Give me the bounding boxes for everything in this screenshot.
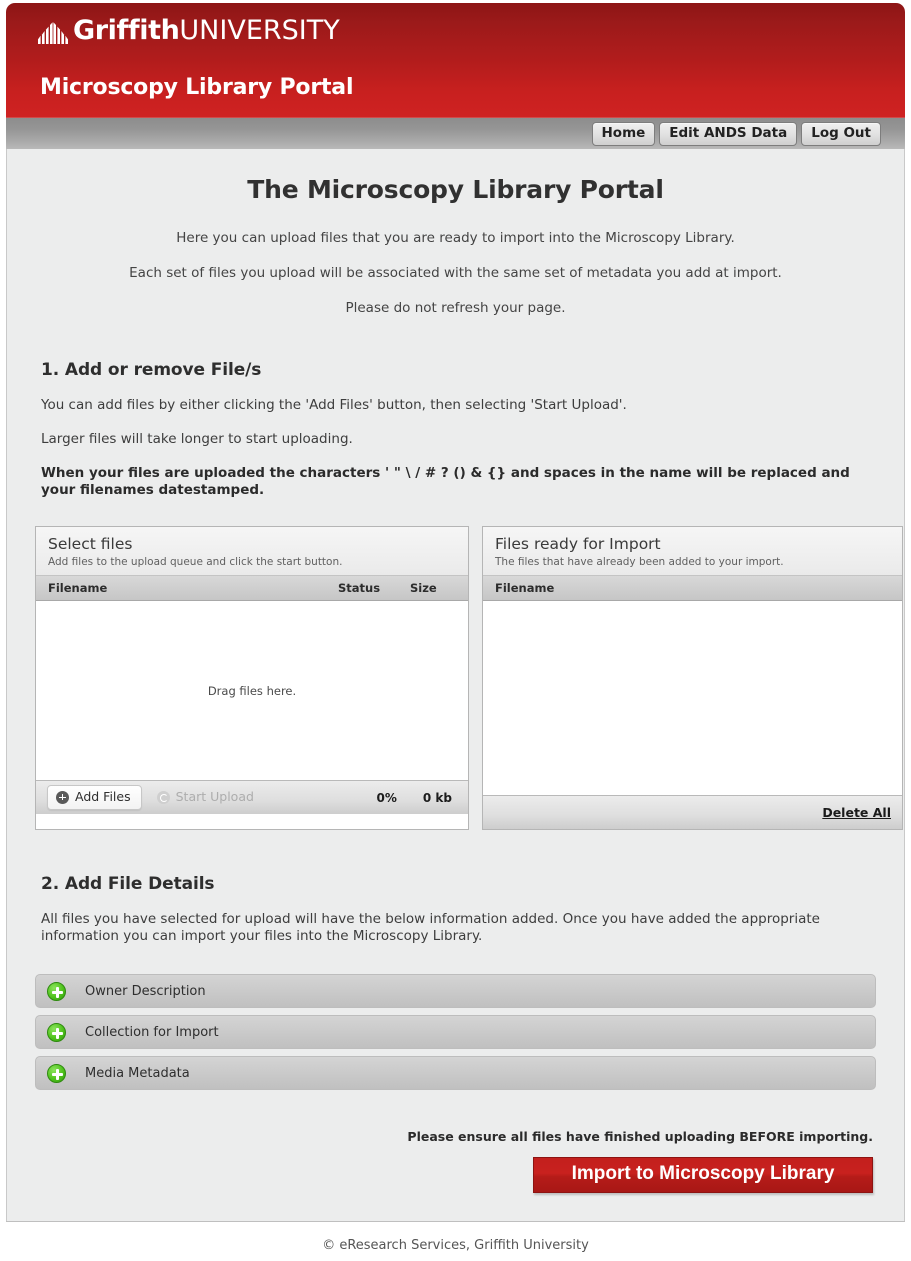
intro-line-1: Here you can upload files that you are r… [176,230,735,246]
accordion-owner-description[interactable]: Owner Description [35,974,876,1008]
logo-bold-text: Griffith [73,15,180,46]
site-header: GriffithUNIVERSITY Microscopy Library Po… [6,3,905,117]
column-header-size: Size [410,581,437,595]
files-ready-column-headers: Filename [483,576,902,601]
griffith-logo[interactable]: GriffithUNIVERSITY [36,17,340,45]
delete-all-link[interactable]: Delete All [822,805,891,820]
accordion-media-metadata[interactable]: Media Metadata [35,1056,876,1090]
select-files-title: Select files [48,535,133,553]
intro-line-2: Each set of files you upload will be ass… [129,265,782,281]
start-upload-button[interactable]: Start Upload [148,785,265,810]
select-files-panel: Select files Add files to the upload que… [35,526,469,830]
plus-circle-icon [56,790,69,804]
column-header-filename: Filename [495,581,555,595]
upload-panels: Select files Add files to the upload que… [35,526,903,830]
accordion-collection-for-import[interactable]: Collection for Import [35,1015,876,1049]
nav-home-button[interactable]: Home [591,121,656,146]
section-1-paragraph-3: When your files are uploaded the charact… [41,465,850,498]
page-footer: © eResearch Services, Griffith Universit… [6,1221,905,1261]
import-to-microscopy-library-button[interactable]: Import to Microscopy Library [533,1157,873,1193]
page-root: GriffithUNIVERSITY Microscopy Library Po… [0,0,911,1261]
logo-light-text: UNIVERSITY [179,15,340,46]
add-files-label: Add Files [75,789,131,804]
column-header-status: Status [338,581,381,595]
page-title: The Microscopy Library Portal [247,175,664,204]
portal-title: Microscopy Library Portal [40,75,354,100]
file-details-accordion: Owner Description Collection for Import … [35,974,876,1090]
main-content: The Microscopy Library Portal Here you c… [6,149,905,1221]
files-ready-list [483,601,902,795]
select-files-subtitle: Add files to the upload queue and click … [48,556,343,568]
nav-log-out-button[interactable]: Log Out [801,121,881,146]
upload-progress-percent: 0% [376,790,397,805]
plus-circle-green-icon [47,981,66,1001]
section-2-heading: 2. Add File Details [41,874,215,894]
section-1-paragraph-2: Larger files will take longer to start u… [41,431,353,447]
select-files-footer: Add Files Start Upload 0% 0 kb [36,780,468,814]
drop-zone-hint: Drag files here. [207,683,297,698]
plus-circle-green-icon [47,1022,66,1042]
section-1-paragraph-1: You can add files by either clicking the… [41,397,627,413]
accordion-media-metadata-label: Media Metadata [85,1065,190,1081]
upload-arrow-icon [156,790,170,804]
files-ready-header: Files ready for Import The files that ha… [483,527,902,576]
griffith-book-logo-icon [36,17,70,45]
start-upload-label: Start Upload [175,789,254,804]
accordion-owner-description-label: Owner Description [85,983,206,999]
files-ready-title: Files ready for Import [495,535,661,553]
section-2-paragraph-1: All files you have selected for upload w… [41,911,820,944]
select-files-header: Select files Add files to the upload que… [36,527,468,576]
section-1-heading: 1. Add or remove File/s [41,360,262,380]
files-ready-subtitle: The files that have already been added t… [495,556,784,568]
plus-circle-green-icon [47,1063,66,1083]
column-header-filename: Filename [48,581,108,595]
top-navbar: Home Edit ANDS Data Log Out [6,117,905,149]
nav-edit-ands-data-button[interactable]: Edit ANDS Data [659,121,798,146]
accordion-collection-for-import-label: Collection for Import [85,1024,219,1040]
files-ready-panel: Files ready for Import The files that ha… [482,526,903,830]
select-files-column-headers: Filename Status Size [36,576,468,601]
upload-total-size: 0 kb [422,790,452,805]
intro-line-3: Please do not refresh your page. [345,300,566,316]
file-drop-zone[interactable]: Drag files here. [36,601,468,780]
logo-wordmark: GriffithUNIVERSITY [73,17,340,45]
add-files-button[interactable]: Add Files [47,785,142,810]
files-ready-footer: Delete All [483,795,902,829]
import-warning-note: Please ensure all files have finished up… [407,1129,873,1144]
import-button-row: Import to Microscopy Library [35,1157,876,1193]
